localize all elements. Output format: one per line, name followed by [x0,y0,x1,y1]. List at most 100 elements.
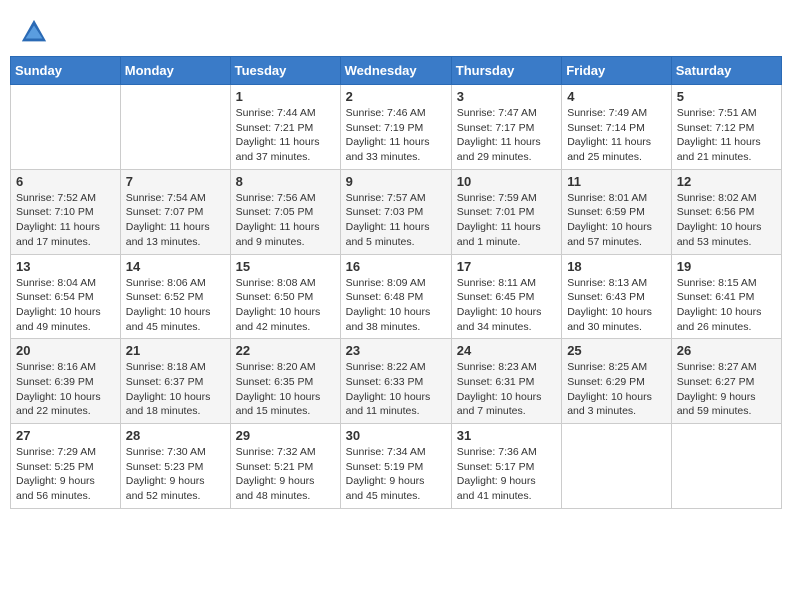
day-number: 15 [236,259,335,274]
calendar-cell: 22 Sunrise: 8:20 AMSunset: 6:35 PMDayligh… [230,339,340,424]
calendar-header-row: SundayMondayTuesdayWednesdayThursdayFrid… [11,57,782,85]
day-number: 4 [567,89,666,104]
day-info: Sunrise: 7:30 AMSunset: 5:23 PMDaylight:… [126,445,225,504]
calendar-week-row: 27Sunrise: 7:29 AMSunset: 5:25 PMDayligh… [11,424,782,509]
logo-icon [20,18,48,46]
calendar-cell: 9Sunrise: 7:57 AMSunset: 7:03 PMDaylight… [340,169,451,254]
day-number: 13 [16,259,115,274]
day-info: Sunrise: 8:11 AMSunset: 6:45 PMDaylight:… [457,276,556,335]
day-number: 24 [457,343,556,358]
calendar-cell: 27Sunrise: 7:29 AMSunset: 5:25 PMDayligh… [11,424,121,509]
calendar-cell: 16 Sunrise: 8:09 AMSunset: 6:48 PMDayligh… [340,254,451,339]
day-info: Sunrise: 8:01 AMSunset: 6:59 PMDaylight:… [567,191,666,250]
day-number: 29 [236,428,335,443]
day-info: Sunrise: 8:27 AMSunset: 6:27 PMDaylight:… [677,360,776,419]
day-info: Sunrise: 8:06 AMSunset: 6:52 PMDaylight:… [126,276,225,335]
day-header-monday: Monday [120,57,230,85]
calendar-cell: 13Sunrise: 8:04 AMSunset: 6:54 PMDayligh… [11,254,121,339]
day-number: 16 [346,259,446,274]
calendar-cell [120,85,230,170]
day-header-tuesday: Tuesday [230,57,340,85]
day-number: 22 [236,343,335,358]
calendar-cell: 4 Sunrise: 7:49 AMSunset: 7:14 PMDaylight… [562,85,672,170]
day-number: 12 [677,174,776,189]
calendar-cell: 20Sunrise: 8:16 AMSunset: 6:39 PMDayligh… [11,339,121,424]
calendar-cell: 12 Sunrise: 8:02 AMSunset: 6:56 PMDayligh… [671,169,781,254]
day-header-sunday: Sunday [11,57,121,85]
calendar-week-row: 6 Sunrise: 7:52 AMSunset: 7:10 PMDaylight… [11,169,782,254]
calendar-cell: 5 Sunrise: 7:51 AMSunset: 7:12 PMDaylight… [671,85,781,170]
day-info: Sunrise: 7:56 AMSunset: 7:05 PMDaylight:… [236,191,335,250]
day-info: Sunrise: 7:44 AMSunset: 7:21 PMDaylight:… [236,106,335,165]
calendar-cell: 10 Sunrise: 7:59 AMSunset: 7:01 PMDayligh… [451,169,561,254]
calendar-week-row: 13Sunrise: 8:04 AMSunset: 6:54 PMDayligh… [11,254,782,339]
day-number: 28 [126,428,225,443]
day-number: 3 [457,89,556,104]
calendar-week-row: 20Sunrise: 8:16 AMSunset: 6:39 PMDayligh… [11,339,782,424]
day-info: Sunrise: 8:08 AMSunset: 6:50 PMDaylight:… [236,276,335,335]
day-number: 23 [346,343,446,358]
calendar-cell: 30 Sunrise: 7:34 AMSunset: 5:19 PMDayligh… [340,424,451,509]
calendar-cell: 19Sunrise: 8:15 AMSunset: 6:41 PMDayligh… [671,254,781,339]
day-info: Sunrise: 7:54 AMSunset: 7:07 PMDaylight:… [126,191,225,250]
day-info: Sunrise: 8:15 AMSunset: 6:41 PMDaylight:… [677,276,776,335]
day-number: 7 [126,174,225,189]
day-number: 25 [567,343,666,358]
day-info: Sunrise: 7:52 AMSunset: 7:10 PMDaylight:… [16,191,115,250]
day-number: 1 [236,89,335,104]
calendar-cell: 23 Sunrise: 8:22 AMSunset: 6:33 PMDayligh… [340,339,451,424]
calendar-cell: 26 Sunrise: 8:27 AMSunset: 6:27 PMDayligh… [671,339,781,424]
day-info: Sunrise: 8:22 AMSunset: 6:33 PMDaylight:… [346,360,446,419]
calendar-cell: 7 Sunrise: 7:54 AMSunset: 7:07 PMDaylight… [120,169,230,254]
calendar-cell: 17 Sunrise: 8:11 AMSunset: 6:45 PMDayligh… [451,254,561,339]
page-header [10,10,782,50]
day-number: 2 [346,89,446,104]
day-number: 6 [16,174,115,189]
day-number: 30 [346,428,446,443]
day-number: 11 [567,174,666,189]
calendar-table: SundayMondayTuesdayWednesdayThursdayFrid… [10,56,782,509]
day-info: Sunrise: 8:09 AMSunset: 6:48 PMDaylight:… [346,276,446,335]
day-info: Sunrise: 8:23 AMSunset: 6:31 PMDaylight:… [457,360,556,419]
day-info: Sunrise: 8:02 AMSunset: 6:56 PMDaylight:… [677,191,776,250]
day-number: 9 [346,174,446,189]
day-info: Sunrise: 7:32 AMSunset: 5:21 PMDaylight:… [236,445,335,504]
day-number: 20 [16,343,115,358]
day-info: Sunrise: 8:25 AMSunset: 6:29 PMDaylight:… [567,360,666,419]
day-info: Sunrise: 7:47 AMSunset: 7:17 PMDaylight:… [457,106,556,165]
calendar-cell [562,424,672,509]
day-header-thursday: Thursday [451,57,561,85]
calendar-cell: 8 Sunrise: 7:56 AMSunset: 7:05 PMDaylight… [230,169,340,254]
day-number: 17 [457,259,556,274]
day-info: Sunrise: 7:34 AMSunset: 5:19 PMDaylight:… [346,445,446,504]
day-info: Sunrise: 7:59 AMSunset: 7:01 PMDaylight:… [457,191,556,250]
day-info: Sunrise: 7:46 AMSunset: 7:19 PMDaylight:… [346,106,446,165]
calendar-week-row: 1 Sunrise: 7:44 AMSunset: 7:21 PMDaylight… [11,85,782,170]
day-number: 21 [126,343,225,358]
calendar-cell [11,85,121,170]
calendar-cell: 3 Sunrise: 7:47 AMSunset: 7:17 PMDaylight… [451,85,561,170]
calendar-cell: 29 Sunrise: 7:32 AMSunset: 5:21 PMDayligh… [230,424,340,509]
calendar-cell: 2 Sunrise: 7:46 AMSunset: 7:19 PMDaylight… [340,85,451,170]
day-info: Sunrise: 7:51 AMSunset: 7:12 PMDaylight:… [677,106,776,165]
calendar-cell: 1 Sunrise: 7:44 AMSunset: 7:21 PMDaylight… [230,85,340,170]
day-number: 18 [567,259,666,274]
day-info: Sunrise: 7:49 AMSunset: 7:14 PMDaylight:… [567,106,666,165]
day-header-wednesday: Wednesday [340,57,451,85]
calendar-cell: 28 Sunrise: 7:30 AMSunset: 5:23 PMDayligh… [120,424,230,509]
calendar-cell: 24 Sunrise: 8:23 AMSunset: 6:31 PMDayligh… [451,339,561,424]
day-number: 10 [457,174,556,189]
day-info: Sunrise: 7:29 AMSunset: 5:25 PMDaylight:… [16,445,115,504]
day-header-saturday: Saturday [671,57,781,85]
day-number: 8 [236,174,335,189]
calendar-cell: 25 Sunrise: 8:25 AMSunset: 6:29 PMDayligh… [562,339,672,424]
calendar-cell: 11 Sunrise: 8:01 AMSunset: 6:59 PMDayligh… [562,169,672,254]
calendar-cell: 6 Sunrise: 7:52 AMSunset: 7:10 PMDaylight… [11,169,121,254]
calendar-cell: 15 Sunrise: 8:08 AMSunset: 6:50 PMDayligh… [230,254,340,339]
day-info: Sunrise: 8:20 AMSunset: 6:35 PMDaylight:… [236,360,335,419]
day-number: 5 [677,89,776,104]
calendar-cell: 14Sunrise: 8:06 AMSunset: 6:52 PMDayligh… [120,254,230,339]
calendar-cell: 18Sunrise: 8:13 AMSunset: 6:43 PMDayligh… [562,254,672,339]
day-number: 26 [677,343,776,358]
logo [20,18,52,46]
